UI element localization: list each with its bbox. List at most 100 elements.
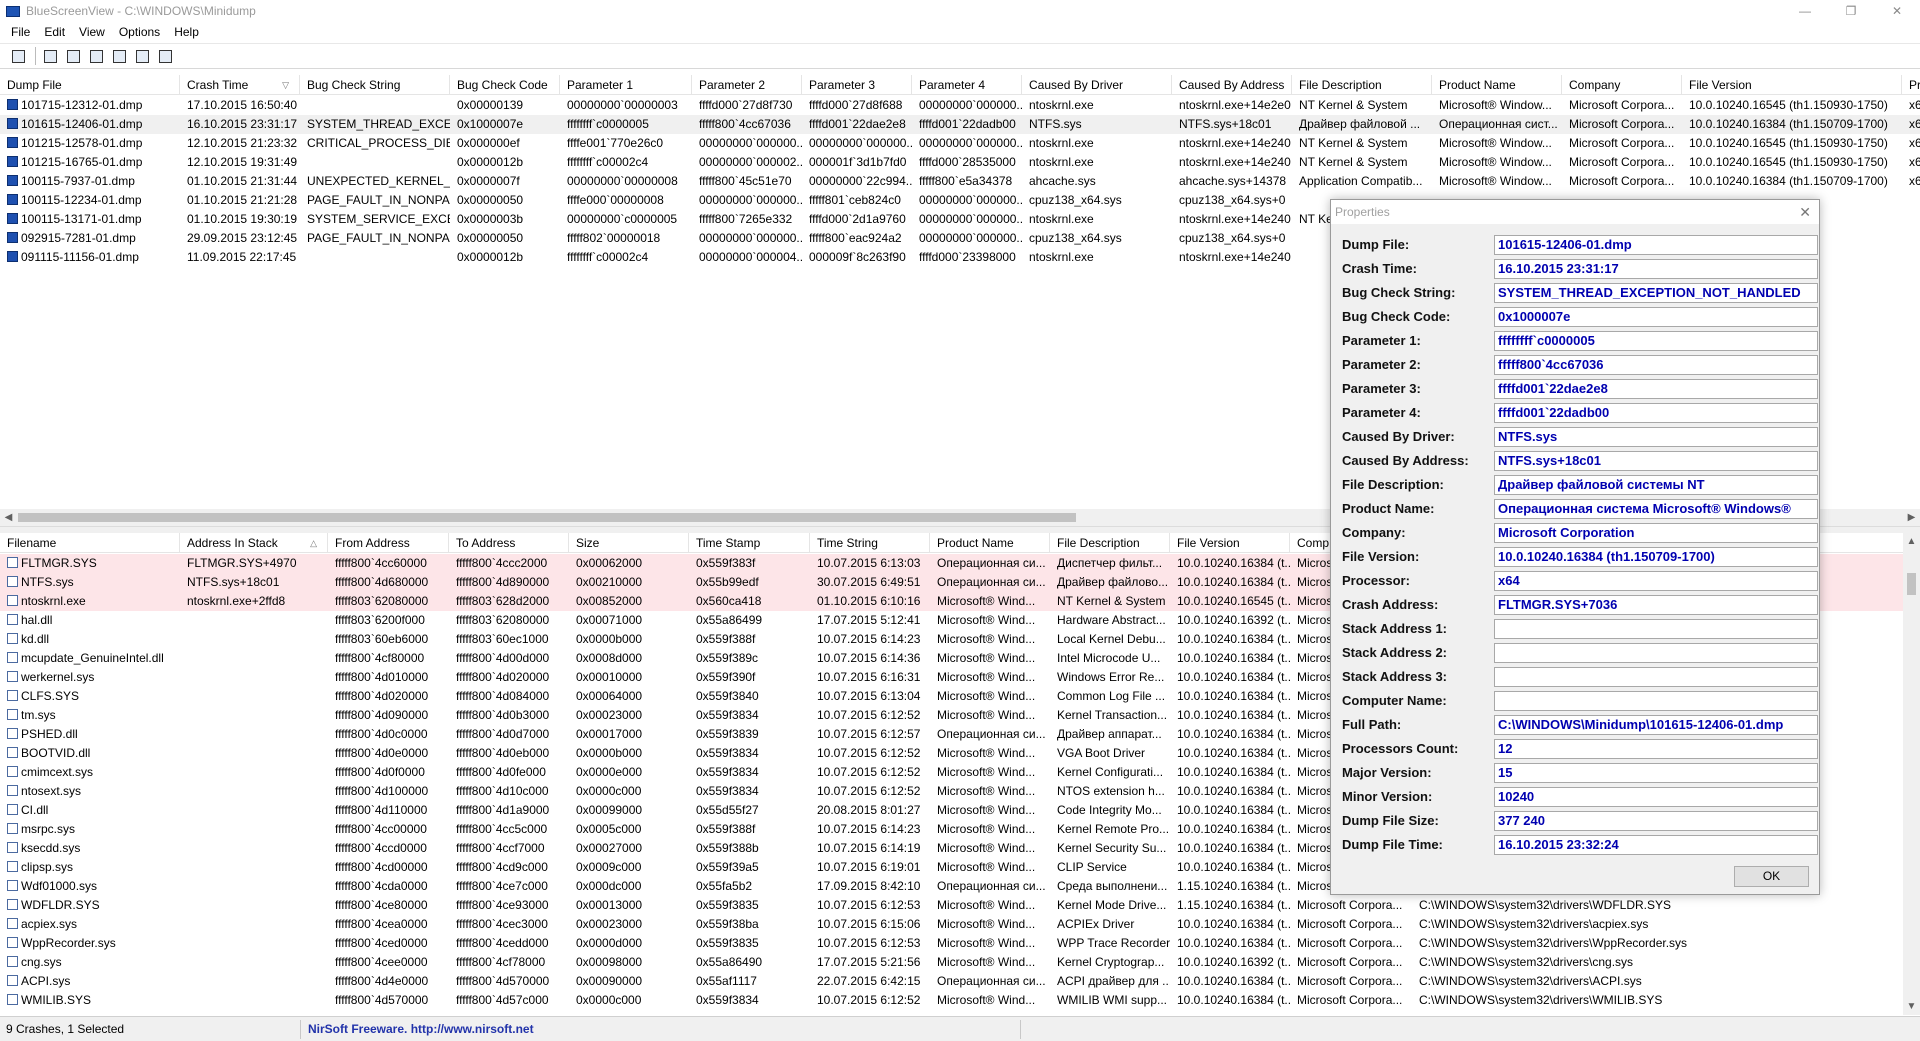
column-header-to-address[interactable]: To Address: [449, 533, 569, 553]
column-header-caused-by-address[interactable]: Caused By Address: [1172, 75, 1292, 95]
menu-bar: File Edit View Options Help: [0, 22, 1920, 42]
column-header-parameter-4[interactable]: Parameter 4: [912, 75, 1022, 95]
column-header-caused-by-driver[interactable]: Caused By Driver: [1022, 75, 1172, 95]
cell-text: Micros: [1297, 727, 1333, 741]
scrollbar-thumb[interactable]: [1907, 573, 1916, 595]
property-value-field[interactable]: C:\WINDOWS\Minidump\101615-12406-01.dmp: [1494, 715, 1818, 735]
property-value-field[interactable]: 0x1000007e: [1494, 307, 1818, 327]
property-value-field[interactable]: 101615-12406-01.dmp: [1494, 235, 1818, 255]
column-header-address-in-stack[interactable]: Address In Stack △: [180, 533, 328, 553]
column-header-pr[interactable]: Pr: [1902, 75, 1920, 95]
property-value-field[interactable]: FLTMGR.SYS+7036: [1494, 595, 1818, 615]
column-header-dump-file[interactable]: Dump File: [0, 75, 180, 95]
cell: [180, 839, 328, 858]
properties-button[interactable]: [8, 46, 28, 66]
maximize-button[interactable]: ❐: [1828, 0, 1874, 22]
column-header-file-version[interactable]: File Version: [1682, 75, 1902, 95]
nirsoft-link[interactable]: NirSoft Freeware. http://www.nirsoft.net: [308, 1017, 534, 1041]
property-value-field[interactable]: [1494, 619, 1818, 639]
crash-row[interactable]: 101215-16765-01.dmp 12.10.2015 19:31:49 0x…: [0, 153, 1920, 172]
driver-row[interactable]: cng.sys fffff800`4cee0000 fffff800`4cf7800…: [0, 953, 1920, 972]
property-value-field[interactable]: x64: [1494, 571, 1818, 591]
cell-text: ffffffff`c00002c4: [567, 250, 649, 264]
column-header-product-name[interactable]: Product Name: [930, 533, 1050, 553]
property-value-field[interactable]: [1494, 643, 1818, 663]
column-header-parameter-3[interactable]: Parameter 3: [802, 75, 912, 95]
property-value-field[interactable]: [1494, 667, 1818, 687]
scroll-right-icon[interactable]: ▶: [1903, 509, 1920, 526]
close-window-button[interactable]: ✕: [1874, 0, 1920, 22]
menu-file[interactable]: File: [4, 22, 37, 42]
crash-row[interactable]: 101615-12406-01.dmp 16.10.2015 23:31:17 SY…: [0, 115, 1920, 134]
menu-help[interactable]: Help: [167, 22, 206, 42]
save-button[interactable]: [40, 46, 60, 66]
property-value-field[interactable]: 15: [1494, 763, 1818, 783]
cell-text: fffff801`ceb824c0: [809, 193, 901, 207]
copy-button[interactable]: [86, 46, 106, 66]
property-value-field[interactable]: NTFS.sys+18c01: [1494, 451, 1818, 471]
column-header-bug-check-string[interactable]: Bug Check String: [300, 75, 450, 95]
column-header-from-address[interactable]: From Address: [328, 533, 449, 553]
scroll-left-icon[interactable]: ◀: [0, 509, 17, 526]
close-icon[interactable]: ✕: [1799, 200, 1811, 224]
cell: 10.0.10240.16384 (t...: [1170, 820, 1290, 839]
property-value-field[interactable]: 10.0.10240.16384 (th1.150709-1700): [1494, 547, 1818, 567]
crash-row[interactable]: 100115-7937-01.dmp 01.10.2015 21:31:44 UNE…: [0, 172, 1920, 191]
property-value-field[interactable]: Драйвер файловой системы NT: [1494, 475, 1818, 495]
crash-row[interactable]: 101215-12578-01.dmp 12.10.2015 21:23:32 CR…: [0, 134, 1920, 153]
property-value-field[interactable]: ffffffff`c0000005: [1494, 331, 1818, 351]
html-report-button[interactable]: [109, 46, 129, 66]
driver-row[interactable]: ACPI.sys fffff800`4d4e0000 fffff800`4d5700…: [0, 972, 1920, 991]
cell: 0x55b99edf: [689, 573, 810, 592]
driver-row[interactable]: acpiex.sys fffff800`4cea0000 fffff800`4cec…: [0, 915, 1920, 934]
scroll-up-icon[interactable]: ▲: [1903, 533, 1920, 550]
find-button[interactable]: [132, 46, 152, 66]
property-value-field[interactable]: 10240: [1494, 787, 1818, 807]
column-header-parameter-1[interactable]: Parameter 1: [560, 75, 692, 95]
property-value-field[interactable]: NTFS.sys: [1494, 427, 1818, 447]
refresh-button[interactable]: [63, 46, 83, 66]
minimize-button[interactable]: —: [1782, 0, 1828, 22]
column-header-file-version[interactable]: File Version: [1170, 533, 1290, 553]
column-header-filename[interactable]: Filename: [0, 533, 180, 553]
column-header-parameter-2[interactable]: Parameter 2: [692, 75, 802, 95]
property-value-field[interactable]: 16.10.2015 23:31:17: [1494, 259, 1818, 279]
driver-row[interactable]: WMILIB.SYS fffff800`4d570000 fffff800`4d57…: [0, 991, 1920, 1010]
property-value-field[interactable]: [1494, 691, 1818, 711]
column-header-size[interactable]: Size: [569, 533, 689, 553]
column-header-time-stamp[interactable]: Time Stamp: [689, 533, 810, 553]
driver-row[interactable]: WppRecorder.sys fffff800`4ced0000 fffff800…: [0, 934, 1920, 953]
property-value-field[interactable]: ffffd001`22dadb00: [1494, 403, 1818, 423]
driver-list-vertical-scrollbar[interactable]: ▲ ▼: [1903, 533, 1920, 1015]
column-header-bug-check-code[interactable]: Bug Check Code: [450, 75, 560, 95]
exit-button[interactable]: [155, 46, 175, 66]
property-value-field[interactable]: Microsoft Corporation: [1494, 523, 1818, 543]
column-header-file-description[interactable]: File Description: [1292, 75, 1432, 95]
property-value-field[interactable]: SYSTEM_THREAD_EXCEPTION_NOT_HANDLED: [1494, 283, 1818, 303]
cell: Microsoft® Wind...: [930, 858, 1050, 877]
property-value-field[interactable]: 12: [1494, 739, 1818, 759]
scroll-down-icon[interactable]: ▼: [1903, 998, 1920, 1015]
cell: ntoskrnl.exe: [1022, 248, 1172, 267]
menu-edit[interactable]: Edit: [37, 22, 72, 42]
property-value-field[interactable]: ffffd001`22dae2e8: [1494, 379, 1818, 399]
property-value-field[interactable]: 377 240: [1494, 811, 1818, 831]
cell-text: tm.sys: [21, 708, 56, 722]
property-value-field[interactable]: Операционная система Microsoft® Windows®: [1494, 499, 1818, 519]
ok-button[interactable]: OK: [1734, 866, 1809, 887]
property-value-field[interactable]: 16.10.2015 23:32:24: [1494, 835, 1818, 855]
driver-file-icon: [7, 576, 18, 587]
property-row: Caused By Driver: NTFS.sys: [1342, 426, 1818, 448]
column-header-product-name[interactable]: Product Name: [1432, 75, 1562, 95]
column-header-crash-time[interactable]: Crash Time ▽: [180, 75, 300, 95]
cell-text: fffff800`4cedd000: [456, 936, 549, 950]
property-value-field[interactable]: fffff800`4cc67036: [1494, 355, 1818, 375]
column-header-time-string[interactable]: Time String: [810, 533, 930, 553]
crash-row[interactable]: 101715-12312-01.dmp 17.10.2015 16:50:40 0x…: [0, 96, 1920, 115]
menu-options[interactable]: Options: [112, 22, 167, 42]
column-header-file-description[interactable]: File Description: [1050, 533, 1170, 553]
menu-view[interactable]: View: [72, 22, 112, 42]
column-header-company[interactable]: Company: [1562, 75, 1682, 95]
scrollbar-thumb[interactable]: [18, 513, 1076, 522]
driver-row[interactable]: WDFLDR.SYS fffff800`4ce80000 fffff800`4ce9…: [0, 896, 1920, 915]
